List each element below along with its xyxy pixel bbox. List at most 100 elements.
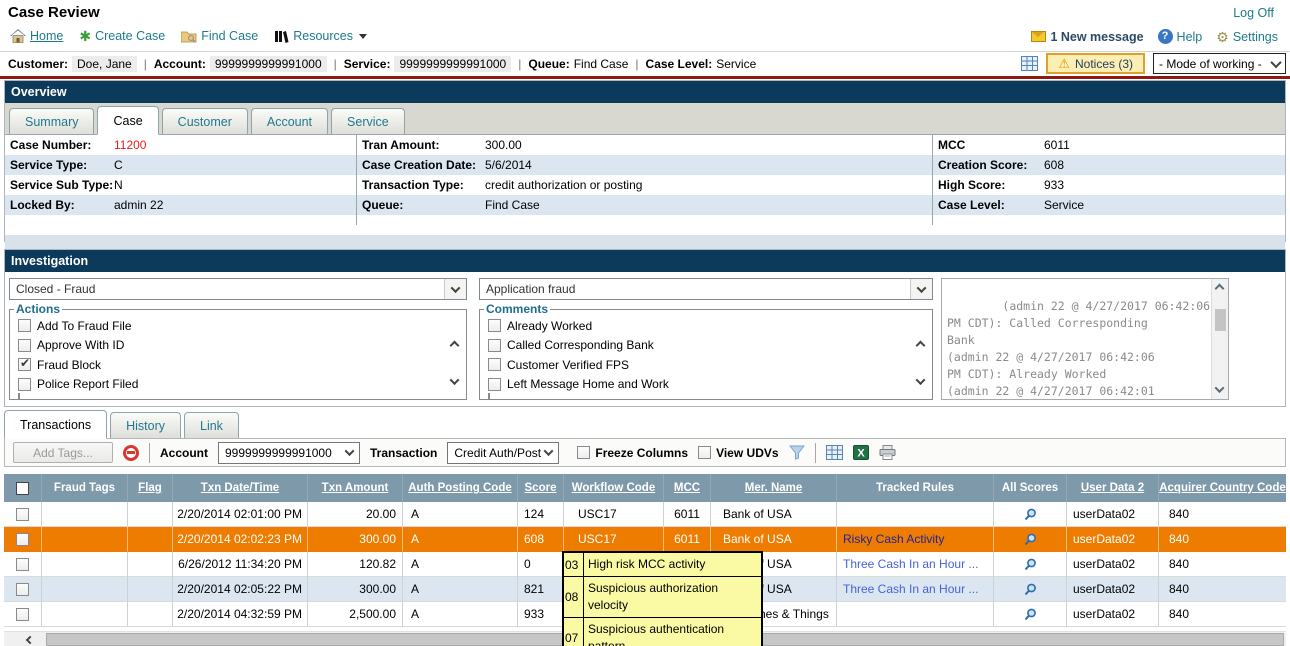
add-tags-button[interactable]: Add Tags... [13,442,113,463]
tracked-rules-link[interactable]: Three Cash In an Hour ... [837,552,994,577]
row-checkbox-cell[interactable] [4,502,42,527]
tab-customer[interactable]: Customer [162,108,248,134]
transaction-select[interactable]: Credit Auth/Post [447,442,559,464]
freeze-columns-checkbox[interactable]: Freeze Columns [577,446,688,460]
comment-already-worked[interactable]: Already Worked [480,316,932,336]
checkbox[interactable] [488,358,501,371]
scrollbar-thumb[interactable] [1215,309,1226,331]
row-checkbox-cell[interactable] [4,552,42,577]
col-mcc[interactable]: MCC [664,474,711,502]
tab-transactions[interactable]: Transactions [4,410,107,439]
tab-summary[interactable]: Summary [9,108,94,134]
col-flag[interactable]: Flag [128,474,173,502]
scroll-down-icon[interactable] [1215,383,1225,393]
action-fraud-block[interactable]: Fraud Block [10,355,466,375]
tab-link[interactable]: Link [184,412,239,438]
nav-help[interactable]: ? Help [1158,29,1203,44]
account-select[interactable]: 9999999999991000 [218,442,360,464]
comment-left-message-home-and-work[interactable]: Left Message Home and Work [480,375,932,395]
all-scores-cell[interactable] [994,502,1067,527]
printer-icon[interactable] [879,445,896,460]
checkbox[interactable] [18,319,31,332]
scroll-up-icon[interactable] [1215,284,1225,294]
investigation-header: Investigation [5,250,1285,272]
select-all-checkbox[interactable] [16,482,29,495]
no-entry-icon[interactable] [123,445,139,461]
table-row[interactable]: 2/20/2014 02:01:00 PM 20.00 A 124 USC17 … [4,502,1286,527]
all-scores-cell[interactable] [994,602,1067,627]
checkbox[interactable] [18,339,31,352]
nav-find-case[interactable]: Find Case [181,29,258,43]
tracked-rules-link[interactable]: Three Cash In an Hour ... [837,577,994,602]
log-scrollbar[interactable] [1211,279,1228,399]
col-txn-amount[interactable]: Txn Amount [308,474,403,502]
case-review-app: Case Review Log Off Home ✱ Create Case F… [0,0,1290,646]
comment-called-corresponding-bank[interactable]: Called Corresponding Bank [480,336,932,356]
col-txn-date-time[interactable]: Txn Date/Time [173,474,308,502]
creation-score-value: 608 [1044,158,1064,172]
investigation-log[interactable]: (admin 22 @ 4/27/2017 06:42:06 PM CDT): … [941,278,1229,400]
all-scores-cell[interactable] [994,577,1067,602]
comment-customer-verified-fps[interactable]: Customer Verified FPS [480,355,932,375]
new-message-link[interactable]: 1 New message [1031,30,1143,44]
fraud-tags-cell [42,577,128,602]
all-scores-cell[interactable] [994,527,1067,552]
table-icon[interactable] [1021,56,1038,71]
excel-icon[interactable]: X [853,445,869,460]
col-user-data-2[interactable]: User Data 2 [1067,474,1159,502]
checkbox[interactable] [18,378,31,391]
table-row-selected[interactable]: 2/20/2014 02:02:23 PM 300.00 A 608 USC17… [4,527,1286,552]
view-udvs-checkbox[interactable]: View UDVs [698,446,778,460]
col-auth-posting-code[interactable]: Auth Posting Code [403,474,518,502]
nav-home[interactable]: Home [10,29,63,43]
txn-amount-cell: 20.00 [308,502,403,527]
page-title: Case Review [8,4,100,21]
checkbox[interactable] [577,446,590,459]
col-acquirer-country-code[interactable]: Acquirer Country Code [1159,474,1286,502]
row-checkbox[interactable] [16,558,29,571]
dropdown-button[interactable] [444,279,466,299]
nav-settings[interactable]: ⚙ Settings [1216,30,1278,44]
tracked-rules-link[interactable]: Risky Cash Activity [837,527,994,552]
select-all-checkbox-cell[interactable] [4,474,42,502]
log-off-link[interactable]: Log Off [1233,6,1274,20]
checkbox[interactable] [488,378,501,391]
row-checkbox-cell[interactable] [4,577,42,602]
row-checkbox-cell[interactable] [4,602,42,627]
row-checkbox-cell[interactable] [4,527,42,552]
col-score[interactable]: Score [518,474,564,502]
col-mer-name[interactable]: Mer. Name [711,474,837,502]
action-add-to-fraud-file[interactable]: Add To Fraud File [10,316,466,336]
scroll-left-button[interactable] [20,632,40,646]
tab-history[interactable]: History [110,412,181,438]
row-checkbox[interactable] [16,533,29,546]
table-icon[interactable] [826,445,843,460]
funnel-icon[interactable] [789,445,805,460]
action-police-report-filed[interactable]: Police Report Filed [10,375,466,395]
clipped-checkbox [18,393,20,399]
col-workflow-code[interactable]: Workflow Code [564,474,664,502]
notices-button[interactable]: ⚠ Notices (3) [1046,53,1145,74]
mode-of-working-select[interactable]: - Mode of working - [1153,53,1286,74]
dropdown-button[interactable] [910,279,932,299]
checkbox[interactable] [488,319,501,332]
detail-row: Case Number:11200 [5,135,356,155]
score-cell: 608 [518,527,564,552]
checkbox[interactable] [698,446,711,459]
tab-service[interactable]: Service [331,108,405,134]
checkbox[interactable] [488,339,501,352]
nav-resources[interactable]: Resources [274,29,367,43]
flag-cell [128,502,173,527]
tab-case[interactable]: Case [97,106,158,135]
all-scores-cell[interactable] [994,552,1067,577]
title-bar: Case Review Log Off [0,0,1290,25]
row-checkbox[interactable] [16,508,29,521]
fraud-type-select[interactable]: Application fraud [479,278,933,300]
row-checkbox[interactable] [16,608,29,621]
tab-account[interactable]: Account [251,108,328,134]
case-status-select[interactable]: Closed - Fraud [9,278,467,300]
checkbox[interactable] [18,358,31,371]
nav-create-case[interactable]: ✱ Create Case [79,29,165,43]
row-checkbox[interactable] [16,583,29,596]
action-approve-with-id[interactable]: Approve With ID [10,336,466,356]
